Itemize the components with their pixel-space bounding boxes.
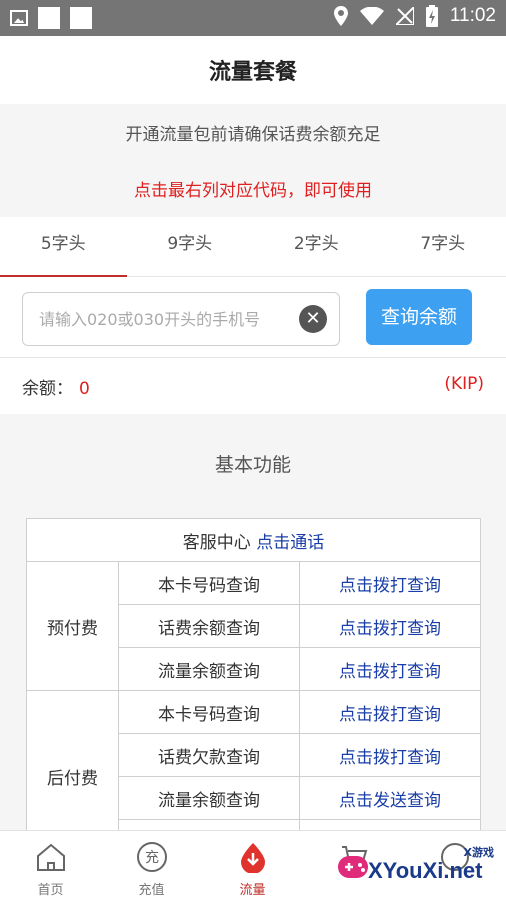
- table-cell-item: 流量余额查询: [118, 776, 300, 820]
- table-cell-item: 话费余额查询: [118, 604, 300, 648]
- table-row: 后付费 本卡号码查询 点击拨打查询: [26, 690, 481, 863]
- svg-text:充: 充: [145, 850, 159, 866]
- table-row: 客服中心 点击通话: [26, 518, 481, 562]
- balance-label: 余额： 0: [22, 374, 90, 399]
- balance-unit: (KIP): [444, 374, 484, 394]
- phone-input[interactable]: [39, 293, 295, 345]
- service-center-label: 客服中心: [182, 532, 251, 553]
- notice-balance-hint: 开通流量包前请确保话费余额充足: [125, 125, 381, 145]
- table-cell-action-link[interactable]: 点击拨打查询: [299, 690, 481, 734]
- status-bar: 11:02: [0, 0, 506, 36]
- table-cell-item: 话费欠款查询: [118, 733, 300, 777]
- square-icon: [38, 7, 60, 29]
- clear-icon[interactable]: ✕: [299, 305, 327, 333]
- gamepad-icon: [338, 856, 368, 878]
- location-icon: [333, 6, 348, 26]
- watermark-logo: X游戏 XYouXi.net: [334, 836, 504, 896]
- table-cell-item: 本卡号码查询: [118, 561, 300, 605]
- traffic-icon: [240, 843, 265, 873]
- table-cell-action-link[interactable]: 点击拨打查询: [299, 733, 481, 777]
- balance-value: 0: [79, 379, 90, 399]
- table-cell-action-link[interactable]: 点击拨打查询: [299, 561, 481, 605]
- square-icon: [70, 7, 92, 29]
- table-cell-action-link[interactable]: 点击拨打查询: [299, 647, 481, 691]
- image-icon: [10, 10, 28, 26]
- nav-recharge-label: 充值: [138, 883, 165, 898]
- table-cell-action-link[interactable]: 点击拨打查询: [299, 604, 481, 648]
- table-row: 预付费 本卡号码查询 点击拨打查询: [26, 561, 481, 691]
- status-time: 11:02: [449, 5, 496, 26]
- prefix-tabs: 5字头 9字头 2字头 7字头: [0, 217, 506, 277]
- group-prepaid: 预付费: [26, 561, 119, 691]
- nav-home[interactable]: 首页: [0, 831, 101, 900]
- nav-recharge[interactable]: 充 充值: [101, 831, 202, 900]
- watermark-text: XYouXi.net: [368, 858, 483, 883]
- wifi-icon: [359, 7, 384, 25]
- nav-traffic-label: 流量: [239, 883, 266, 898]
- nav-traffic[interactable]: 流量: [202, 831, 303, 900]
- tab-prefix-7[interactable]: 7字头: [380, 217, 506, 276]
- header: 流量套餐: [0, 36, 506, 104]
- page-title: 流量套餐: [208, 60, 297, 85]
- table-cell-action-link[interactable]: 点击发送查询: [299, 776, 481, 820]
- nav-home-label: 首页: [37, 883, 64, 898]
- tab-prefix-9[interactable]: 9字头: [127, 217, 254, 276]
- balance-row: 余额： 0 (KIP): [0, 358, 506, 414]
- battery-charging-icon: [425, 5, 438, 27]
- basic-functions-section: 基本功能 客服中心 点击通话 预付费 本卡号码查询 点击拨打查询 话费余额查询 …: [0, 414, 506, 863]
- balance-label-text: 余额：: [22, 379, 73, 399]
- home-icon: [36, 843, 65, 871]
- notice-click-hint: 点击最右列对应代码，即可使用: [134, 181, 372, 201]
- recharge-icon: 充: [136, 842, 167, 872]
- tab-prefix-5[interactable]: 5字头: [0, 217, 127, 277]
- notice-panel: 开通流量包前请确保话费余额充足 点击最右列对应代码，即可使用: [0, 104, 506, 217]
- phone-search: ✕ 查询余额: [0, 278, 506, 358]
- tab-prefix-2[interactable]: 2字头: [253, 217, 380, 276]
- functions-table: 客服中心 点击通话 预付费 本卡号码查询 点击拨打查询 话费余额查询 点击拨打查…: [26, 518, 481, 863]
- service-center-call-link[interactable]: 点击通话: [256, 533, 324, 553]
- query-balance-button[interactable]: 查询余额: [366, 289, 472, 345]
- basic-functions-title: 基本功能: [214, 454, 291, 476]
- service-center-cell: 客服中心 点击通话: [26, 518, 481, 562]
- phone-input-wrapper: ✕: [22, 292, 340, 346]
- table-cell-item: 本卡号码查询: [118, 690, 300, 734]
- table-cell-item: 流量余额查询: [118, 647, 300, 691]
- no-signal-icon: [395, 7, 414, 25]
